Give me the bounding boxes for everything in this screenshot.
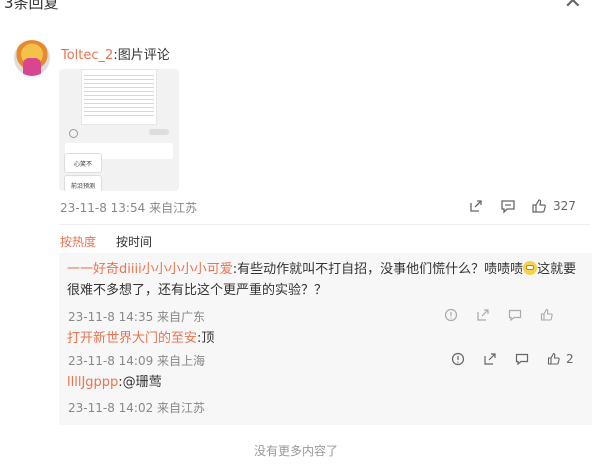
comment-location: 来自江苏 [149,201,198,215]
comment-header: Toltec_2:图片评论 [61,44,170,63]
reply-item: 打开新世界大门的至安:顶 [67,328,582,349]
reply-actions [444,308,554,322]
comment-icon[interactable] [508,308,522,322]
thumbnail-button-2: 前沿预测 [64,175,102,191]
reply-meta: 23-11-8 14:02 来自江苏 [68,401,206,415]
reply-nick[interactable]: llllJgppp [67,375,118,390]
reply-meta: 23-11-8 14:09 来自上海 [68,354,206,368]
reply-text: :@珊莺 [118,375,162,390]
like-count: 327 [553,199,576,213]
reply-item: 一一好奇diiii小小小小小可爱:有些动作就叫不打自招，没事他们慌什么？啧啧啧这… [67,259,582,301]
dialog-title: 3条回复 [4,0,59,12]
share-icon[interactable] [476,308,490,322]
reply-item: llllJgppp:@珊莺 [67,372,582,393]
report-icon[interactable] [451,352,465,366]
sort-by-time-tab[interactable]: 按时间 [116,233,152,250]
comment-type-label: :图片评论 [113,48,170,63]
close-icon[interactable]: ✕ [564,0,582,14]
comment-icon[interactable] [515,352,529,366]
reply-text: :顶 [197,331,215,346]
thumbs-up-icon [532,199,546,213]
reply-nick[interactable]: 打开新世界大门的至安 [67,331,197,346]
reply-nick[interactable]: 一一好奇diiii小小小小小可爱 [67,262,233,277]
like-count: 2 [566,352,574,366]
comment-icon[interactable] [500,198,516,214]
avatar[interactable] [14,40,50,76]
like-button[interactable]: 327 [531,198,576,214]
sort-by-hot-tab[interactable]: 按热度 [60,233,96,250]
thumbnail-button-1: 心笑不 [64,153,102,173]
reply-actions: 2 [451,352,574,366]
user-name-link[interactable]: Toltec_2 [61,48,113,63]
comment-meta: 23-11-8 13:54 来自江苏 [60,199,197,216]
comment-time: 23-11-8 13:54 [60,201,146,215]
no-more-content-label: 没有更多内容了 [253,444,338,458]
share-icon[interactable] [468,198,484,214]
reply-text: :有些动作就叫不打自招，没事他们慌什么？啧啧啧 [232,262,524,277]
divider [59,224,590,225]
share-icon[interactable] [483,352,497,366]
thumbnail-toolbar [65,129,173,138]
thumbs-up-icon[interactable] [547,352,561,366]
replies-list: 一一好奇diiii小小小小小可爱:有些动作就叫不打自招，没事他们慌什么？啧啧啧这… [59,253,592,425]
report-icon[interactable] [444,308,458,322]
laugh-emoji-icon [523,261,538,275]
comment-image-thumbnail[interactable]: 心笑不 前沿预测 [59,69,179,191]
reply-meta: 23-11-8 14:35 来自广东 [68,310,206,324]
thumbs-up-icon[interactable] [540,308,554,322]
thumbnail-screen [81,69,157,125]
